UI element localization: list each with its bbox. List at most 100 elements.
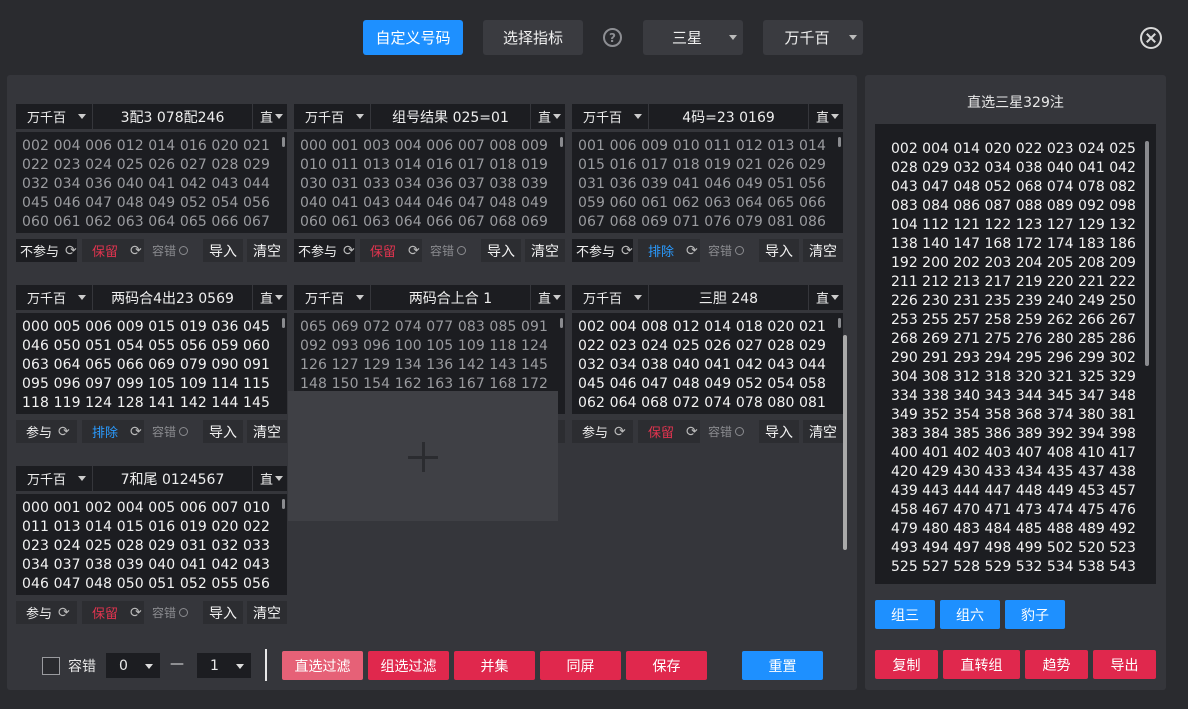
card-tolerance-toggle[interactable]: 容错 (708, 420, 745, 443)
clear-button[interactable]: 清空 (247, 420, 287, 443)
export-button[interactable]: 导出 (1093, 650, 1156, 679)
filter-mode-toggle[interactable]: 保留 ⟳ (360, 239, 422, 262)
card-scrollbar[interactable] (282, 318, 285, 328)
card-tolerance-toggle[interactable]: 容错 (430, 239, 467, 262)
clear-button[interactable]: 清空 (247, 239, 287, 262)
same-screen-button[interactable]: 同屏 (540, 651, 621, 680)
number-line: 002 004 006 012 014 016 020 021 (22, 138, 271, 154)
card-position-select[interactable]: 万千百 (572, 104, 649, 129)
trend-button[interactable]: 趋势 (1025, 650, 1088, 679)
group6-button[interactable]: 组六 (940, 600, 1000, 629)
card-title[interactable]: 4码=23 0169 (649, 107, 808, 127)
card-position-select[interactable]: 万千百 (16, 466, 93, 491)
card-scrollbar[interactable] (560, 318, 563, 328)
position-select[interactable]: 万千百 (763, 20, 863, 55)
filter-mode-toggle[interactable]: 保留 ⟳ (82, 239, 144, 262)
group-filter-button[interactable]: 组选过滤 (368, 651, 449, 680)
panel-scrollbar[interactable] (843, 335, 847, 550)
import-button[interactable]: 导入 (203, 420, 243, 443)
tolerance-checkbox[interactable] (42, 657, 60, 675)
card-scrollbar[interactable] (560, 137, 563, 147)
import-button[interactable]: 导入 (203, 239, 243, 262)
participate-toggle[interactable]: 参与 ⟳ (572, 420, 633, 443)
card-number-list[interactable]: 001 006 009 010 011 012 013 014 015 016 0… (572, 132, 843, 233)
import-button[interactable]: 导入 (759, 420, 799, 443)
import-button[interactable]: 导入 (759, 239, 799, 262)
card-position-select[interactable]: 万千百 (16, 104, 93, 129)
union-button[interactable]: 并集 (454, 651, 535, 680)
card-tolerance-toggle[interactable]: 容错 (152, 601, 189, 624)
card-mode-select[interactable]: 直 (252, 285, 287, 310)
clear-button[interactable]: 清空 (247, 601, 287, 624)
card-number-list[interactable]: 002 004 006 012 014 016 020 021 022 023 0… (16, 132, 287, 233)
card-title[interactable]: 3配3 078配246 (93, 107, 252, 127)
tolerance-max-select[interactable]: 1 (197, 653, 251, 678)
card-scrollbar[interactable] (282, 137, 285, 147)
add-condition-button[interactable] (288, 391, 558, 521)
number-line: 046 047 048 050 051 052 055 056 (22, 576, 271, 592)
card-position-select[interactable]: 万千百 (572, 285, 649, 310)
play-type-select[interactable]: 三星 (643, 20, 743, 55)
card-mode-select[interactable]: 直 (252, 104, 287, 129)
card-number-list[interactable]: 000 001 002 004 005 006 007 010 011 013 0… (16, 494, 287, 595)
chevron-down-icon (553, 295, 561, 300)
card-position-select[interactable]: 万千百 (294, 285, 371, 310)
card-number-list[interactable]: 000 001 003 004 006 007 008 009 010 011 0… (294, 132, 565, 233)
reset-button[interactable]: 重置 (742, 651, 823, 680)
number-line: 032 034 036 040 041 042 043 044 (22, 176, 271, 192)
card-tolerance-toggle[interactable]: 容错 (152, 239, 189, 262)
card-scrollbar[interactable] (282, 499, 285, 509)
group3-button[interactable]: 组三 (875, 600, 935, 629)
to-group-button[interactable]: 直转组 (943, 650, 1020, 679)
card-mode-select[interactable]: 直 (530, 104, 565, 129)
leopard-button[interactable]: 豹子 (1005, 600, 1065, 629)
card-title[interactable]: 组号结果 025=01 (371, 107, 530, 127)
participate-toggle[interactable]: 参与 ⟳ (16, 420, 77, 443)
card-position-select[interactable]: 万千百 (294, 104, 371, 129)
card-mode-select[interactable]: 直 (808, 285, 843, 310)
select-indicator-button[interactable]: 选择指标 (483, 20, 583, 55)
copy-button[interactable]: 复制 (875, 650, 938, 679)
card-position-select[interactable]: 万千百 (16, 285, 93, 310)
card-mode-select[interactable]: 直 (808, 104, 843, 129)
import-button[interactable]: 导入 (481, 239, 521, 262)
card-tolerance-toggle[interactable]: 容错 (708, 239, 745, 262)
participate-toggle[interactable]: 参与 ⟳ (16, 601, 77, 624)
result-scrollbar[interactable] (1145, 141, 1149, 366)
close-icon[interactable] (1140, 27, 1162, 49)
card-position-value: 万千百 (583, 111, 623, 126)
direct-filter-button[interactable]: 直选过滤 (282, 651, 363, 680)
filter-mode-toggle[interactable]: 保留 ⟳ (638, 420, 700, 443)
card-title[interactable]: 7和尾 0124567 (93, 469, 252, 489)
result-lines: 002 004 014 020 022 023 024 025 028 029 0… (891, 140, 1156, 577)
card-tolerance-toggle[interactable]: 容错 (152, 420, 189, 443)
card-mode-value: 直 (260, 473, 274, 488)
card-scrollbar[interactable] (838, 318, 841, 328)
custom-number-button[interactable]: 自定义号码 (363, 20, 463, 55)
save-button[interactable]: 保存 (626, 651, 707, 680)
card-number-list[interactable]: 002 004 008 012 014 018 020 021 022 023 0… (572, 313, 843, 414)
clear-button[interactable]: 清空 (525, 239, 565, 262)
result-number-list[interactable]: 002 004 014 020 022 023 024 025 028 029 0… (875, 124, 1156, 584)
card-number-list[interactable]: 000 005 006 009 015 019 036 045 046 050 0… (16, 313, 287, 414)
import-button[interactable]: 导入 (203, 601, 243, 624)
help-icon[interactable]: ? (603, 28, 622, 47)
card-footer: 不参与 ⟳ 保留 ⟳ 容错 导入 清空 (294, 239, 565, 262)
card-mode-select[interactable]: 直 (530, 285, 565, 310)
tolerance-min-select[interactable]: 0 (106, 653, 160, 678)
card-title[interactable]: 两码合上合 1 (371, 288, 530, 308)
filter-mode-toggle[interactable]: 排除 ⟳ (82, 420, 144, 443)
refresh-icon: ⟳ (614, 423, 626, 440)
clear-button[interactable]: 清空 (803, 420, 843, 443)
card-mode-select[interactable]: 直 (252, 466, 287, 491)
filter-mode-toggle[interactable]: 保留 ⟳ (82, 601, 144, 624)
participate-toggle[interactable]: 不参与 ⟳ (294, 239, 355, 262)
card-title[interactable]: 三胆 248 (649, 288, 808, 308)
result-line: 479 480 483 484 485 488 489 492 (891, 521, 1136, 537)
participate-toggle[interactable]: 不参与 ⟳ (16, 239, 77, 262)
participate-toggle[interactable]: 不参与 ⟳ (572, 239, 633, 262)
card-scrollbar[interactable] (838, 137, 841, 147)
clear-button[interactable]: 清空 (803, 239, 843, 262)
filter-mode-toggle[interactable]: 排除 ⟳ (638, 239, 700, 262)
card-title[interactable]: 两码合4出23 0569 (93, 288, 252, 308)
